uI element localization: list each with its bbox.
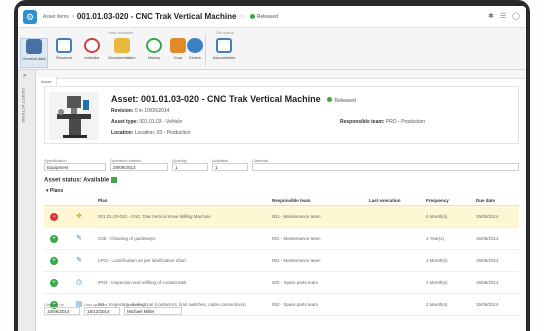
asset-photo (49, 92, 99, 140)
object-actions-sidebar: » OBJECT ACTIONS (18, 70, 36, 331)
calendar-field[interactable]: Calendar (252, 158, 519, 171)
ribbon-group-label: View available (108, 30, 134, 35)
centre-button[interactable]: Centre (181, 38, 209, 68)
status-green-icon: + (50, 279, 58, 287)
gauge-icon: ◷ (75, 279, 83, 286)
breadcrumb-separator-icon: › (71, 13, 74, 20)
sidebar-label[interactable]: OBJECT ACTIONS (21, 88, 26, 122)
tab-asset[interactable]: Asset (36, 77, 58, 86)
asset-status: Released (334, 98, 356, 104)
documentation-icon (114, 38, 130, 53)
available-check-icon (111, 177, 118, 183)
updated-by-field: Updated by Michael Miller (124, 302, 182, 315)
brush-icon: ✎ (76, 235, 82, 242)
structure-icon (56, 38, 72, 53)
responsible-team-row: Responsible team: PRO - Production (340, 119, 426, 125)
expand-sidebar-icon[interactable]: » (23, 73, 26, 79)
table-row[interactable]: − ❖ 001.01.03-020 - CNC Trak Vertical Kn… (44, 206, 519, 228)
table-row[interactable]: + ✎ C05 - Cleaning of guideways 001 - Ma… (44, 228, 519, 250)
plans-grid: Plan Responsible team Last execution Fre… (44, 196, 519, 316)
app-screen: ⚙ Asset items › 001.01.03-020 - CNC Trak… (18, 6, 526, 331)
specification-field[interactable]: Specification Equipment (44, 158, 106, 171)
status-red-icon: − (50, 213, 58, 221)
tab-strip: Asset (36, 70, 526, 86)
window-title: 001.01.03-020 - CNC Trak Vertical Machin… (76, 12, 237, 21)
plans-section-label[interactable]: ▾ Plans (46, 188, 63, 194)
wrench-icon: ❖ (75, 213, 83, 220)
milling-machine-image (57, 96, 91, 138)
menu-icon[interactable]: ☰ (500, 12, 506, 20)
pin-icon[interactable]: ✱ (488, 12, 494, 20)
table-row[interactable]: + ✎ LP01 - Lubrification as per lubrific… (44, 250, 519, 272)
table-row[interactable]: + ◷ IP03 - Inspection and refilling of c… (44, 272, 519, 294)
asset-status-icon (327, 97, 333, 102)
asset-header-card: Asset: 001.01.03-020 - CNC Trak Vertical… (44, 86, 519, 144)
ribbon-toolbar: View available Set status General data S… (18, 28, 526, 70)
associations-icon (216, 38, 232, 53)
device-frame: ⚙ Asset items › 001.01.03-020 - CNC Trak… (14, 0, 530, 331)
column-header-last-execution[interactable]: Last execution (369, 198, 401, 203)
oil-icon: ✎ (76, 257, 82, 264)
documentation-button[interactable]: Documentation (108, 38, 136, 68)
status-indicator-icon (249, 14, 255, 19)
associations-button[interactable]: Associations (210, 38, 238, 68)
available-field[interactable]: Available 1 (212, 158, 248, 171)
asset-availability: Asset status: Available (44, 177, 118, 184)
main-content: Asset Asset: 001.01.03-020 - CNC Trak Ve… (36, 70, 526, 331)
help-icon[interactable]: ◯ (512, 12, 520, 20)
column-header-plan[interactable]: Plan (98, 198, 108, 203)
status-green-icon: + (50, 257, 58, 265)
ribbon-group-label: Set status (216, 30, 234, 35)
column-header-frequency[interactable]: Frequency (426, 198, 449, 203)
column-header-due-date[interactable]: Due date (476, 198, 495, 203)
quantity-field[interactable]: Quantity 1 (172, 158, 208, 171)
app-logo-icon[interactable]: ⚙ (23, 9, 37, 24)
last-updated-field: Last updated 15/12/2014 (84, 302, 120, 315)
indicator-button[interactable]: Indicator (78, 38, 106, 68)
asset-title: Asset: 001.01.03-020 - CNC Trak Vertical… (111, 94, 356, 104)
operation-started-field[interactable]: Operation started 29/09/2013 (110, 158, 168, 171)
asset-type-row: Asset type: 001.01.03 - Vehicle (111, 119, 183, 125)
revision-row: Revision: 0 in 10/06/2014 (111, 108, 170, 114)
location-row: Location: Location: 03 - Production (111, 130, 191, 136)
centre-icon (187, 38, 203, 53)
created-on-field: Created on 10/06/2014 (44, 302, 80, 315)
title-bar-actions: ✱ ☰ ◯ (488, 12, 520, 20)
general-data-icon (26, 39, 42, 54)
indicator-icon (84, 38, 100, 53)
status-green-icon: + (50, 235, 58, 243)
record-footer: Created on 10/06/2014 Last updated 15/12… (44, 302, 519, 318)
history-icon (146, 38, 162, 53)
plans-grid-header: Plan Responsible team Last execution Fre… (44, 196, 519, 206)
title-bar: ⚙ Asset items › 001.01.03-020 - CNC Trak… (18, 6, 526, 28)
structure-button[interactable]: Structure (50, 38, 78, 68)
asset-fields: Specification Equipment Operation starte… (44, 158, 519, 174)
breadcrumb[interactable]: Asset items (43, 14, 69, 20)
favorite-star-icon[interactable]: ☆ (239, 13, 245, 21)
column-header-responsible-team[interactable]: Responsible team (272, 198, 311, 203)
window-status: Released (256, 13, 278, 20)
general-data-button[interactable]: General data (20, 38, 48, 68)
